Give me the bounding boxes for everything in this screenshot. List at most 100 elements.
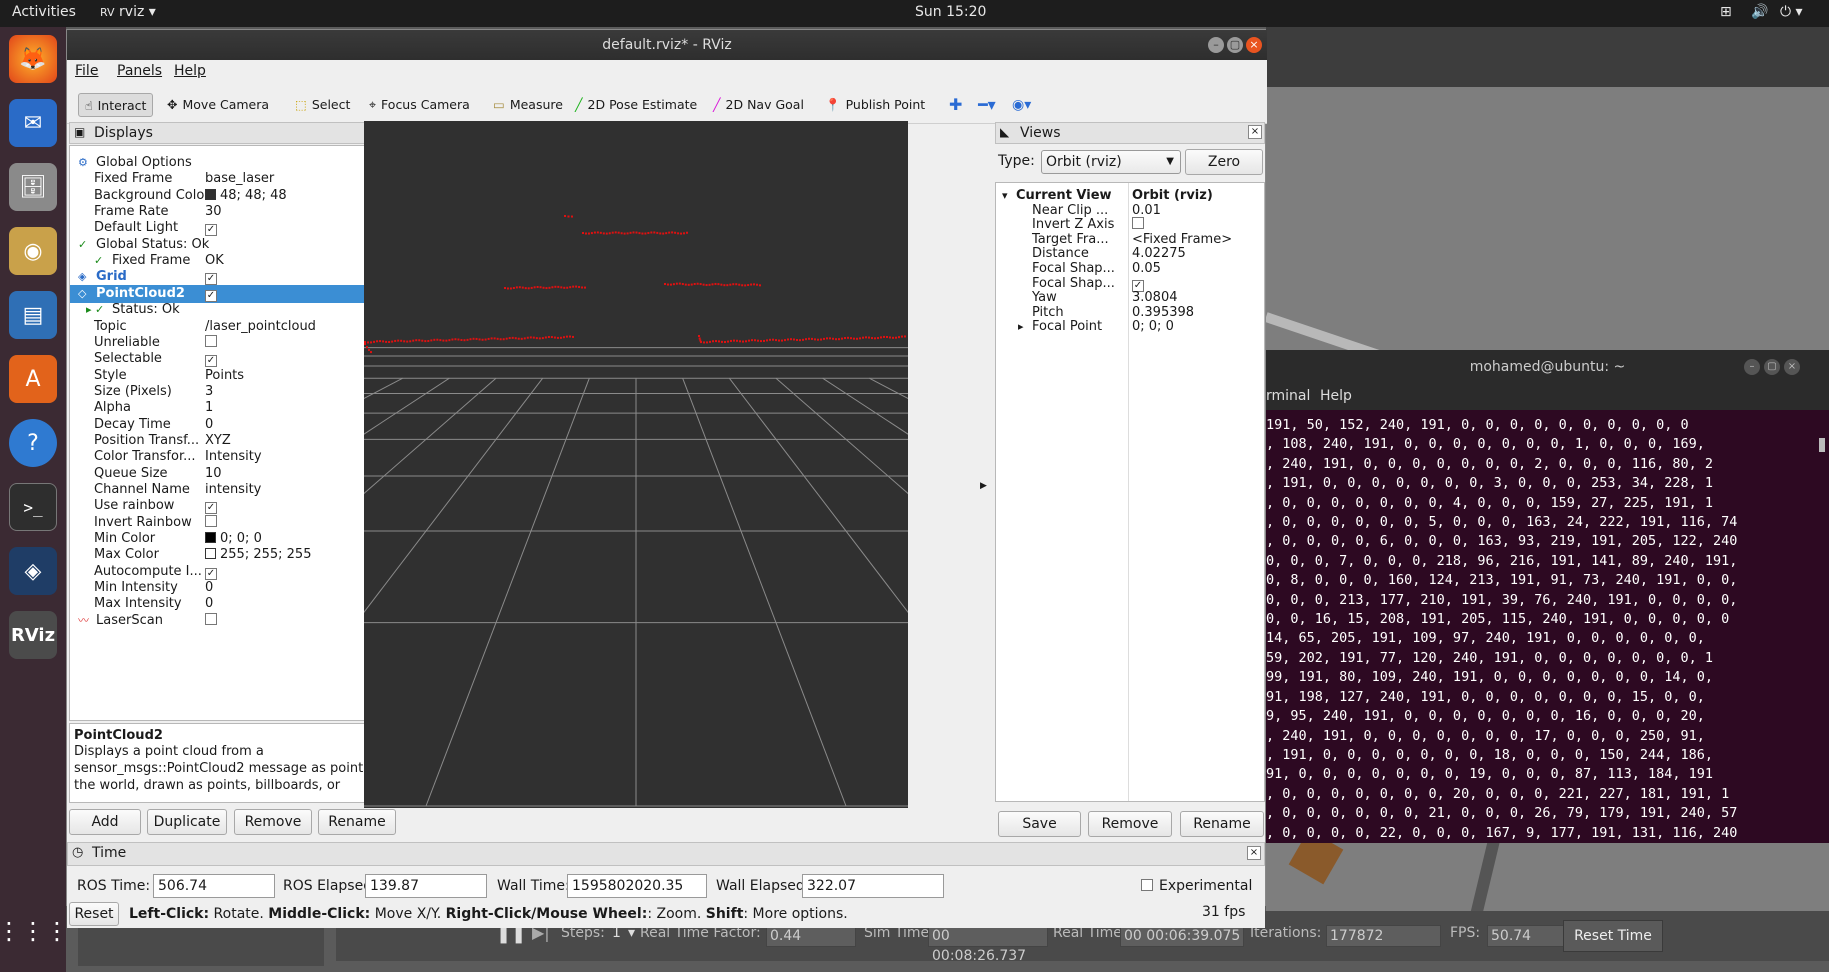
interact-tool[interactable]: ☝ Interact [78, 93, 154, 117]
display-row[interactable]: Default Light ✓ [70, 219, 395, 237]
display-checkbox[interactable]: ✓ [205, 273, 217, 286]
virtualbox-icon[interactable]: ◈ [9, 547, 57, 595]
display-row[interactable]: Topic/laser_pointcloud [70, 318, 395, 336]
view-row[interactable]: ▸ Focal Point 0; 0; 0 [996, 318, 1264, 336]
save-view-button[interactable]: Save [998, 811, 1081, 837]
display-row[interactable]: ✓ Global Status: Ok [70, 236, 395, 254]
view-checkbox[interactable] [1132, 217, 1144, 230]
select-tool[interactable]: ⬚ Select [289, 93, 356, 117]
color-swatch[interactable] [205, 532, 216, 544]
maximize-button[interactable]: ▢ [1227, 37, 1243, 53]
display-row-value[interactable] [205, 612, 217, 630]
software-icon[interactable]: A [9, 355, 57, 403]
render-viewport[interactable] [364, 121, 908, 808]
remove-display-button[interactable]: Remove [234, 809, 312, 835]
app-menu[interactable]: RV rviz ▾ [100, 4, 156, 20]
rename-view-button[interactable]: Rename [1180, 811, 1264, 837]
menu-panels[interactable]: Panels [117, 63, 162, 79]
display-row[interactable]: Autocompute I... ✓ [70, 563, 395, 581]
app-grid-icon[interactable]: ⋮⋮⋮ [0, 907, 69, 955]
rename-display-button[interactable]: Rename [318, 809, 396, 835]
display-row[interactable]: Queue Size 10 [70, 465, 395, 483]
experimental-checkbox[interactable] [1141, 878, 1153, 893]
display-checkbox[interactable] [205, 334, 217, 347]
firefox-icon[interactable]: 🦊 [9, 35, 57, 83]
time-close-button[interactable]: × [1247, 846, 1261, 860]
color-swatch[interactable] [205, 548, 216, 560]
display-row[interactable]: Alpha 1 [70, 399, 395, 417]
display-checkbox[interactable]: ✓ [205, 355, 217, 368]
rhythmbox-icon[interactable]: ◉ [9, 227, 57, 275]
remove-tool-icon[interactable]: ━▾ [972, 93, 1002, 117]
move-camera-tool[interactable]: ✥ Move Camera [161, 93, 275, 117]
display-checkbox[interactable]: ✓ [205, 567, 217, 580]
views-close-button[interactable]: × [1248, 125, 1262, 139]
zero-button[interactable]: Zero [1185, 149, 1263, 175]
files-icon[interactable]: 🗄 [9, 163, 57, 211]
rviz-icon[interactable]: RViz [9, 611, 57, 659]
nav-goal-tool[interactable]: ╱ 2D Nav Goal [707, 93, 810, 117]
terminal-icon[interactable]: >_ [9, 483, 57, 531]
duplicate-button[interactable]: Duplicate [147, 809, 227, 835]
reset-time-button[interactable]: Reset Time [1563, 920, 1663, 952]
wall-elapsed-field[interactable]: 322.07 [802, 874, 944, 898]
display-row[interactable]: Unreliable [70, 334, 395, 352]
views-tree[interactable]: ▾ Current View Orbit (rviz) Near Clip ... 0.… [995, 182, 1265, 802]
network-icon[interactable]: ⊞ [1720, 4, 1732, 20]
displays-tree[interactable]: ⚙ Global Options Fixed Frame base_laser Back… [69, 145, 409, 721]
display-row[interactable]: Position Transf... XYZ [70, 432, 395, 450]
display-row[interactable]: Fixed Frame base_laser [70, 170, 395, 188]
display-row-value[interactable]: ✓ [205, 497, 217, 515]
close-button[interactable]: × [1246, 37, 1262, 53]
display-checkbox[interactable]: ✓ [205, 224, 217, 237]
display-row[interactable]: ⚙ Global Options [70, 154, 395, 172]
display-row[interactable]: Background Color 48; 48; 48 [70, 187, 395, 205]
display-row[interactable]: Size (Pixels) 3 [70, 383, 395, 401]
minimize-button[interactable]: – [1208, 37, 1224, 53]
terminal-output[interactable]: 191, 50, 152, 240, 191, 0, 0, 0, 0, 0, 0… [1266, 416, 1826, 843]
display-checkbox[interactable]: ✓ [205, 502, 217, 515]
terminal-close-button[interactable]: × [1784, 359, 1800, 375]
terminal-scrollbar[interactable] [1819, 438, 1825, 452]
display-row[interactable]: Decay Time 0 [70, 416, 395, 434]
display-row[interactable]: Frame Rate 30 [70, 203, 395, 221]
focus-camera-tool[interactable]: ⌖ Focus Camera [363, 93, 476, 117]
views-type-select[interactable]: Orbit (rviz) ▼ [1041, 150, 1181, 174]
ros-elapsed-field[interactable]: 139.87 [365, 874, 487, 898]
publish-point-tool[interactable]: 📍 Publish Point [819, 93, 931, 117]
menu-file[interactable]: File [75, 63, 98, 79]
terminal-minimize-button[interactable]: – [1744, 359, 1760, 375]
menu-help[interactable]: Help [174, 63, 206, 79]
add-button[interactable]: Add [69, 809, 141, 835]
display-checkbox[interactable] [205, 612, 217, 625]
ros-time-field[interactable]: 506.74 [153, 874, 275, 898]
wall-time-field[interactable]: 1595802020.35 [567, 874, 707, 898]
display-row[interactable]: Max Color 255; 255; 255 [70, 546, 395, 564]
help-icon[interactable]: ? [9, 419, 57, 467]
power-icon[interactable]: ⏻ ▾ [1780, 4, 1803, 20]
expand-arrow-icon[interactable]: ▸ [1018, 318, 1024, 336]
display-row-value[interactable] [205, 514, 217, 532]
display-row[interactable]: Min Color 0; 0; 0 [70, 530, 395, 548]
reset-button[interactable]: Reset [69, 902, 119, 926]
display-row[interactable]: Max Intensity 0 [70, 595, 395, 613]
display-row[interactable]: Min Intensity 0 [70, 579, 395, 597]
pose-estimate-tool[interactable]: ╱ 2D Pose Estimate [569, 93, 703, 117]
display-row[interactable]: ▸ ✓ Status: Ok [70, 301, 395, 319]
activities-button[interactable]: Activities [12, 4, 76, 20]
display-row[interactable]: ✓ Fixed Frame OK [70, 252, 395, 270]
display-row[interactable]: ◈ Grid ✓ [70, 268, 395, 286]
clock[interactable]: Sun 15:20 [915, 4, 986, 20]
terminal-window[interactable]: mohamed@ubuntu: ~ – ▢ × rminal Help 191,… [1266, 350, 1829, 843]
writer-icon[interactable]: ▤ [9, 291, 57, 339]
display-row-value[interactable]: ✓ [205, 563, 217, 581]
display-row[interactable]: Channel Name intensity [70, 481, 395, 499]
display-checkbox[interactable]: ✓ [205, 289, 217, 302]
display-row-value[interactable] [205, 334, 217, 352]
display-row-value[interactable]: ✓ [205, 350, 217, 368]
display-row[interactable]: Style Points [70, 367, 395, 385]
display-row[interactable]: 〰 LaserScan [70, 612, 395, 630]
display-row-value[interactable]: ✓ [205, 285, 217, 303]
volume-icon[interactable]: 🔊 [1751, 4, 1768, 20]
display-row[interactable]: Invert Rainbow [70, 514, 395, 532]
